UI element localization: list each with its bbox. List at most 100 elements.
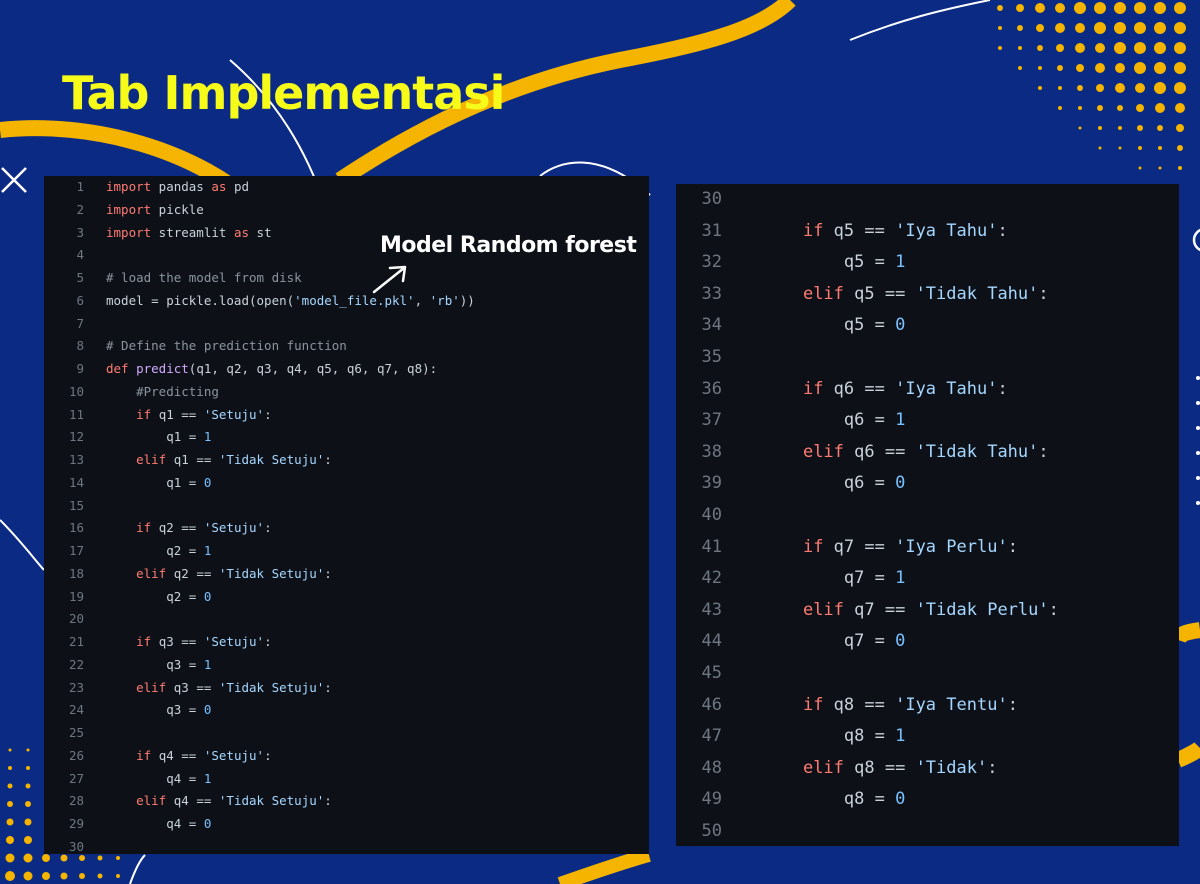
code-token: 0	[203, 588, 212, 604]
code-token: if	[136, 520, 152, 536]
code-token: 'Tidak Setuju'	[218, 452, 325, 467]
line-number: 29	[68, 816, 84, 831]
line-number: 17	[68, 543, 84, 558]
code-token: elif	[802, 283, 844, 304]
line-number: 23	[68, 679, 84, 695]
code-token: ,	[414, 292, 430, 308]
code-line: 49 q8 = 0	[676, 784, 1179, 816]
code-token: elif	[136, 793, 167, 809]
line-number: 37	[701, 410, 722, 431]
code-token: pickle	[151, 201, 204, 217]
code-token: elif	[802, 599, 844, 620]
code-token: if	[136, 634, 152, 649]
code-line: 9 def predict(q1, q2, q3, q4, q5, q6, q7,…	[44, 358, 649, 381]
code-line: 50	[676, 816, 1179, 846]
line-number: 16	[68, 520, 84, 536]
line-number: 49	[701, 789, 722, 810]
code-token: q7 =	[762, 631, 896, 652]
code-line: 1 import pandas as pd	[44, 176, 649, 199]
code-token: predict	[136, 361, 189, 376]
line-number: 30	[701, 189, 722, 209]
code-text: q6 = 1	[762, 405, 905, 437]
code-line: 45	[676, 658, 1179, 690]
code-text: elif q7 == 'Tidak Perlu':	[762, 595, 1059, 627]
code-token: 'Iya Tahu'	[895, 220, 998, 241]
code-line: 40	[676, 500, 1179, 532]
code-token: q1 ==	[166, 452, 219, 467]
code-token: :	[324, 793, 332, 809]
code-token: as	[233, 224, 250, 240]
code-line: 47 q8 = 1	[676, 721, 1179, 753]
line-number: 18	[68, 565, 84, 581]
code-token: 0	[203, 702, 212, 718]
code-text: if q4 == 'Setuju':	[106, 745, 272, 768]
code-token: q5 ==	[843, 283, 916, 304]
code-line: 46 if q8 == 'Iya Tentu':	[676, 690, 1179, 722]
code-text: q8 = 0	[762, 784, 905, 816]
line-number: 48	[701, 757, 722, 778]
code-token: q2 ==	[166, 565, 219, 581]
line-number: 27	[68, 770, 84, 786]
line-number: 14	[68, 474, 84, 490]
line-number: 3	[76, 224, 84, 240]
line-number: 21	[68, 634, 84, 649]
code-line: 36 if q6 == 'Iya Tahu':	[676, 374, 1179, 406]
line-number: 32	[701, 252, 722, 273]
code-line: 8 # Define the prediction function	[44, 335, 649, 358]
line-number: 1	[76, 179, 84, 194]
code-line: 21 if q3 == 'Setuju':	[44, 631, 649, 654]
code-token: if	[802, 378, 824, 399]
code-token: if	[802, 536, 824, 557]
code-token: :	[1007, 694, 1018, 715]
line-number: 38	[701, 441, 722, 462]
code-text: q2 = 1	[106, 540, 211, 563]
code-token: model = pickle.load(open(	[106, 292, 295, 308]
line-number: 33	[701, 283, 722, 304]
code-text: import pickle	[106, 199, 204, 222]
line-number: 47	[701, 726, 722, 747]
code-token: 1	[203, 770, 212, 786]
line-number: 40	[701, 504, 722, 525]
code-line: 25	[44, 722, 649, 745]
line-number: 50	[701, 820, 722, 841]
code-text: # load the model from disk	[106, 267, 302, 290]
code-token: 'Setuju'	[203, 406, 265, 422]
line-number: 30	[68, 838, 84, 854]
code-token: q6 =	[762, 473, 896, 494]
code-token: 'Iya Tentu'	[895, 694, 1008, 715]
code-line: 27 q4 = 1	[44, 768, 649, 791]
code-token: q6 ==	[823, 378, 896, 399]
code-text: q3 = 1	[106, 654, 211, 677]
code-panel-left: 1 import pandas as pd 2 import pickle 3 impor…	[44, 176, 649, 854]
code-token: q4 =	[106, 816, 204, 831]
code-token: 0	[895, 789, 906, 810]
code-token: q2 =	[106, 543, 204, 558]
line-number: 46	[701, 694, 722, 715]
code-token: (q1, q2, q3, q4, q5, q6, q7, q8):	[188, 361, 438, 376]
code-line: 35	[676, 342, 1179, 374]
code-line: 5 # load the model from disk	[44, 267, 649, 290]
code-token: q6 ==	[843, 441, 916, 462]
code-token: 1	[203, 656, 212, 672]
code-text: q1 = 1	[106, 426, 211, 449]
code-token: pandas	[151, 179, 212, 194]
code-text: if q1 == 'Setuju':	[106, 404, 272, 427]
code-token: 'Tidak Tahu'	[915, 441, 1039, 462]
code-line: 19 q2 = 0	[44, 586, 649, 609]
code-line: 38 elif q6 == 'Tidak Tahu':	[676, 437, 1179, 469]
code-token: #Predicting	[106, 383, 219, 399]
code-line: 11 if q1 == 'Setuju':	[44, 404, 649, 427]
code-line: 7	[44, 313, 649, 336]
code-token: import	[106, 201, 152, 217]
line-number: 11	[68, 406, 84, 422]
code-token: q7 =	[762, 568, 896, 589]
line-number: 25	[68, 725, 84, 740]
code-token: :	[1038, 441, 1049, 462]
code-text: # Define the prediction function	[106, 335, 347, 358]
code-line: 41 if q7 == 'Iya Perlu':	[676, 532, 1179, 564]
code-text: model = pickle.load(open('model_file.pkl…	[106, 290, 475, 313]
code-text: #Predicting	[106, 381, 219, 404]
